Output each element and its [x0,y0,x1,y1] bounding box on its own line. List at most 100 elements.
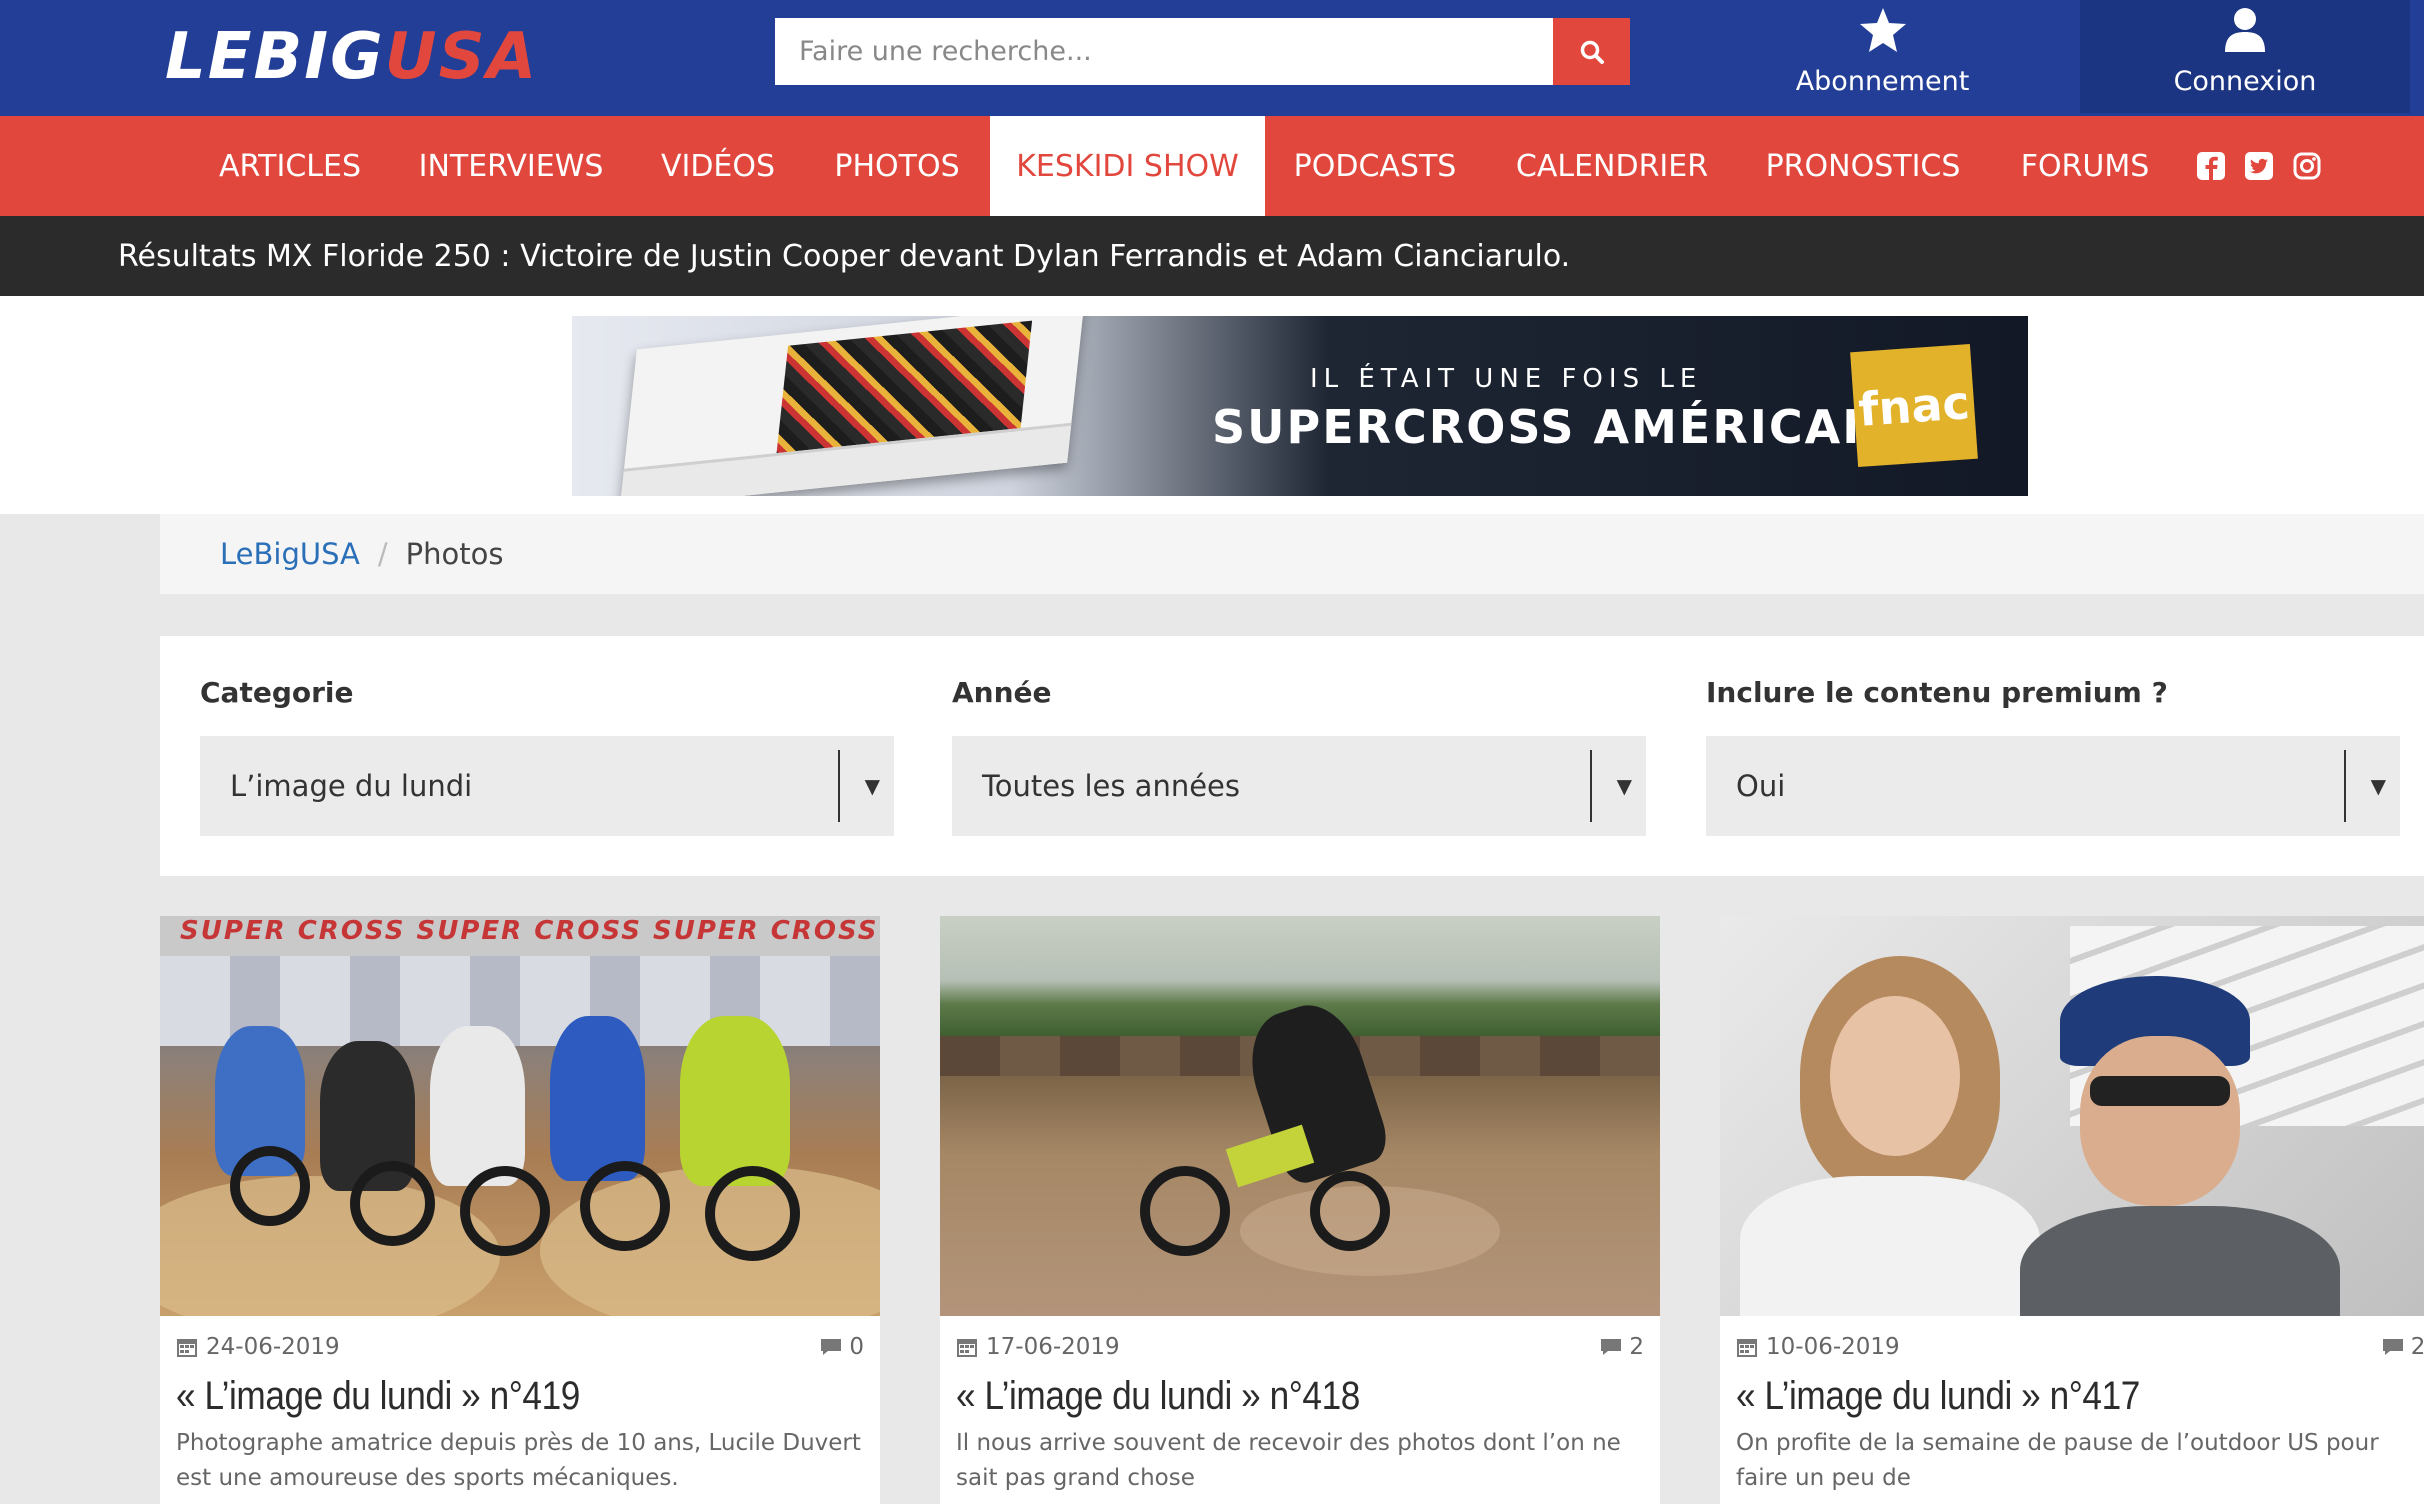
card-date-text: 17-06-2019 [986,1334,1120,1360]
card-title[interactable]: « L’image du lundi » n°417 [1736,1374,2140,1419]
user-icon [2225,8,2265,52]
nav-interviews[interactable]: INTERVIEWS [400,116,622,216]
card-comment-count: 2 [1629,1334,1644,1360]
premium-value: Oui [1736,769,1786,803]
photo-sunglasses [2090,1076,2230,1106]
nav-pronostics[interactable]: PRONOSTICS [1750,116,1976,216]
chevron-down-icon: ▼ [1616,774,1632,798]
card-date: 17-06-2019 [956,1334,1120,1360]
chevron-down-icon: ▼ [864,774,880,798]
photo-person-face [1830,996,1960,1156]
calendar-icon [957,1339,977,1357]
card-comment-count: 28 [2410,1334,2424,1360]
categorie-value: L’image du lundi [230,769,473,803]
nav-podcasts[interactable]: PODCASTS [1275,116,1475,216]
photo-card[interactable]: 17-06-2019 2 « L’image du lundi » n°418 … [940,916,1660,1504]
photo-card[interactable]: SUPER CROSS SUPER CROSS SUPER CROSS SUPE… [160,916,880,1504]
photo-card[interactable]: 10-06-2019 28 « L’image du lundi » n°417… [1720,916,2424,1504]
instagram-icon[interactable] [2292,151,2322,181]
login-label: Connexion [2173,66,2317,97]
book-image [619,316,1085,496]
subscribe-label: Abonnement [1795,66,1970,97]
card-date: 10-06-2019 [1736,1334,1900,1360]
photo-wheel [580,1161,670,1251]
card-date: 24-06-2019 [176,1334,340,1360]
ad-zone: IL ÉTAIT UNE FOIS LE SUPERCROSS AMÉRICAI… [0,296,2424,514]
card-date-text: 24-06-2019 [206,1334,340,1360]
fnac-logo: fnac [1850,343,1978,468]
nav-videos[interactable]: VIDÉOS [640,116,796,216]
photo-person-body [2020,1206,2340,1316]
card-title[interactable]: « L’image du lundi » n°418 [956,1374,1360,1419]
select-divider [1590,750,1592,822]
chevron-down-icon: ▼ [2370,774,2386,798]
nav-articles[interactable]: ARTICLES [200,116,380,216]
nav-photos[interactable]: PHOTOS [815,116,979,216]
card-excerpt: Il nous arrive souvent de recevoir des p… [956,1430,1621,1491]
photo-rider [550,1016,645,1181]
premium-select[interactable]: Oui ▼ [1706,736,2400,836]
card-comment-count: 0 [849,1334,864,1360]
card-photo[interactable] [1720,916,2424,1316]
card-excerpt: On profite de la semaine de pause de l’o… [1736,1430,2379,1491]
news-ticker[interactable]: Résultats MX Floride 250 : Victoire de J… [0,216,2424,296]
search-icon [1580,40,1604,64]
photo-person-face [2080,1036,2240,1206]
ticker-text[interactable]: Résultats MX Floride 250 : Victoire de J… [118,239,1570,274]
annee-value: Toutes les années [982,769,1240,803]
breadcrumb: LeBigUSA / Photos [160,514,2424,594]
photo-person-body [1740,1176,2040,1316]
breadcrumb-separator: / [377,537,388,571]
breadcrumb-current: Photos [405,537,504,571]
card-meta: 10-06-2019 28 [1720,1326,2424,1366]
nav-calendrier[interactable]: CALENDRIER [1500,116,1724,216]
select-divider [2344,750,2346,822]
search-button[interactable] [1553,18,1630,85]
categorie-select[interactable]: L’image du lundi ▼ [200,736,894,836]
categorie-label: Categorie [200,676,354,709]
ad-banner[interactable]: IL ÉTAIT UNE FOIS LE SUPERCROSS AMÉRICAI… [572,316,2028,496]
calendar-icon [177,1339,197,1357]
card-photo[interactable] [940,916,1660,1316]
card-comments[interactable]: 2 [1599,1334,1644,1360]
card-meta: 17-06-2019 2 [940,1326,1660,1366]
comment-icon [1601,1339,1622,1355]
search-form [775,18,1630,85]
select-divider [838,750,840,822]
logo-usa: USA [384,20,539,94]
photo-wheel [460,1166,550,1256]
card-date-text: 10-06-2019 [1766,1334,1900,1360]
card-photo[interactable]: SUPER CROSS SUPER CROSS SUPER CROSS SUPE… [160,916,880,1316]
photo-track-banner: SUPER CROSS SUPER CROSS SUPER CROSS SUPE… [160,916,880,956]
site-logo[interactable]: LEBIGUSA [165,22,538,92]
photo-wheel [350,1161,435,1246]
banner-line-1: IL ÉTAIT UNE FOIS LE [1310,364,1703,394]
top-header: LEBIGUSA Abonnement Connexion [0,0,2424,116]
card-comments[interactable]: 0 [819,1334,864,1360]
photo-wheel [230,1146,310,1226]
photo-rider [430,1026,525,1186]
breadcrumb-home[interactable]: LeBigUSA [220,537,360,571]
login-link[interactable]: Connexion [2080,0,2410,113]
banner-line-2: SUPERCROSS AMÉRICAIN [1212,400,1902,454]
facebook-icon[interactable] [2196,151,2226,181]
comment-icon [2382,1339,2403,1355]
search-input[interactable] [775,18,1553,85]
annee-select[interactable]: Toutes les années ▼ [952,736,1646,836]
nav-forums[interactable]: FORUMS [2000,116,2170,216]
premium-label: Inclure le contenu premium ? [1706,676,2168,709]
card-comments[interactable]: 28 [2381,1334,2424,1360]
twitter-icon[interactable] [2244,151,2274,181]
photo-wheel [705,1166,800,1261]
calendar-icon [1737,1339,1757,1357]
photo-wheel [1310,1171,1390,1251]
subscribe-link[interactable]: Abonnement [1745,0,2020,113]
logo-le: LEBIG [165,20,385,94]
card-title[interactable]: « L’image du lundi » n°419 [176,1374,580,1419]
card-excerpt: Photographe amatrice depuis près de 10 a… [176,1430,861,1491]
nav-keskidi-show[interactable]: KESKIDI SHOW [990,116,1265,216]
star-icon [1859,8,1906,52]
photo-rider [680,1016,790,1186]
comment-icon [821,1339,842,1355]
main-nav: ARTICLES INTERVIEWS VIDÉOS PHOTOS KESKID… [0,116,2424,216]
